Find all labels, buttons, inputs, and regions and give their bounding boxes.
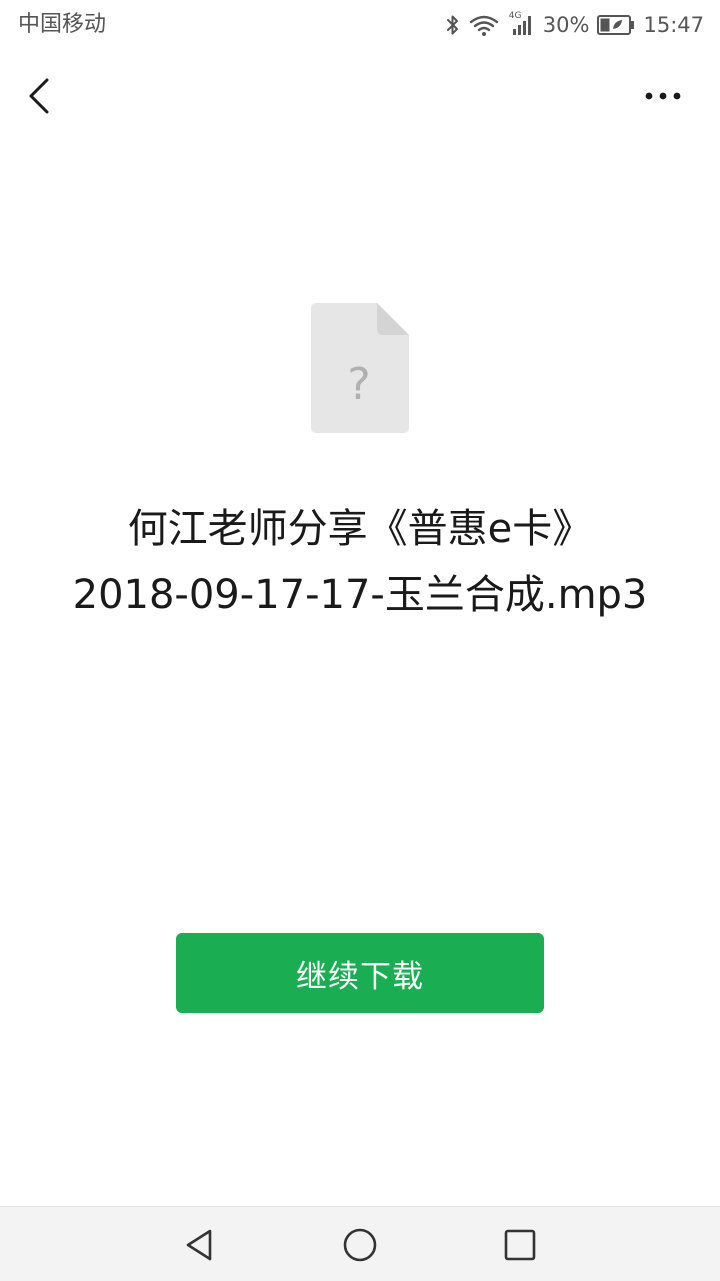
more-options-button[interactable] (640, 84, 690, 108)
triangle-back-icon (180, 1229, 220, 1269)
network-type-label: 4G (508, 11, 522, 21)
system-nav-bar (0, 1206, 720, 1281)
back-button[interactable] (20, 74, 60, 118)
unknown-file-icon: ? (311, 303, 409, 433)
file-name-line-1: 何江老师分享《普惠e卡》 (127, 506, 593, 552)
system-home-button[interactable] (340, 1225, 380, 1265)
status-bar: 中国移动 4G 30% 15:47 (0, 0, 720, 50)
chevron-left-icon (20, 78, 60, 122)
system-back-button[interactable] (180, 1225, 220, 1265)
continue-download-label: 继续下载 (296, 958, 424, 995)
battery-percent: 30% (542, 13, 590, 37)
battery-icon (597, 14, 635, 36)
more-horizontal-icon (640, 92, 690, 112)
file-name: 何江老师分享《普惠e卡》 2018-09-17-17-玉兰合成.mp3 (30, 496, 690, 628)
square-recent-icon (500, 1229, 540, 1269)
circle-home-icon (340, 1228, 380, 1269)
nav-bar (0, 50, 720, 142)
cellular-signal-icon: 4G (507, 11, 535, 37)
status-indicators: 4G 30% 15:47 (445, 10, 704, 40)
carrier-name: 中国移动 (18, 12, 107, 37)
system-recent-apps-button[interactable] (500, 1225, 540, 1265)
question-mark-icon: ? (347, 359, 370, 410)
bluetooth-icon (445, 13, 461, 37)
wifi-icon (469, 13, 499, 37)
continue-download-button[interactable]: 继续下载 (176, 933, 544, 1013)
file-name-line-2: 2018-09-17-17-玉兰合成.mp3 (72, 572, 648, 618)
clock: 15:47 (643, 13, 704, 37)
